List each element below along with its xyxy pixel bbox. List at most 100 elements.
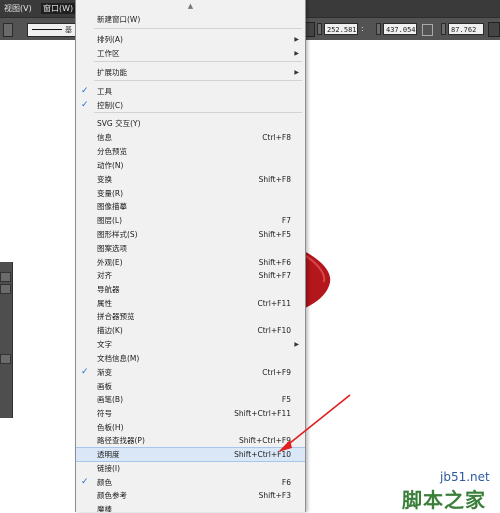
menu-item-label: 信息	[97, 133, 112, 142]
y-spinner[interactable]	[376, 23, 381, 35]
left-panel	[0, 262, 13, 418]
menu-item-shortcut: Shift+F5	[258, 230, 291, 239]
menu-item-shortcut: Shift+F8	[258, 175, 291, 184]
menu-item[interactable]: 文字 ▶	[76, 338, 305, 351]
menu-item[interactable]: ✓ 颜色 F6	[76, 476, 305, 489]
menu-item[interactable]: 图层(L) F7	[76, 214, 305, 227]
menu-item[interactable]: 分色预览	[76, 145, 305, 158]
menu-item-label: 分色预览	[97, 147, 127, 156]
menu-item-label: 动作(N)	[97, 161, 124, 170]
x-label: :	[361, 24, 364, 33]
panel-tab-2[interactable]	[0, 284, 11, 294]
menu-item[interactable]: 色板(H)	[76, 421, 305, 434]
menu-item[interactable]: 魔棒	[76, 503, 305, 512]
menu-separator	[94, 112, 302, 113]
menu-separator	[94, 80, 302, 81]
control-left-widget[interactable]	[3, 23, 13, 37]
menu-item-label: 扩展功能	[97, 68, 127, 77]
menu-item-shortcut: Ctrl+F10	[257, 326, 292, 335]
menu-item-label: 对齐	[97, 271, 112, 280]
menu-item[interactable]: 拼合器预览	[76, 310, 305, 323]
menu-item-label: 图层(L)	[97, 216, 123, 225]
menu-window[interactable]: 窗口(W)	[41, 3, 76, 14]
menu-item-label: 变换	[97, 175, 112, 184]
menu-separator	[94, 61, 302, 62]
menu-item-label: 颜色	[97, 478, 112, 487]
menu-item-label: SVG 交互(Y)	[97, 119, 141, 128]
menu-item[interactable]: 排列(A) ▶	[76, 33, 305, 46]
menu-item-label: 拼合器预览	[97, 312, 135, 321]
menu-item-label: 符号	[97, 409, 112, 418]
scroll-up-icon[interactable]: ▲	[76, 2, 305, 10]
menu-item-label: 控制(C)	[97, 101, 124, 110]
link-proportions-icon[interactable]	[422, 24, 433, 36]
menu-item[interactable]: 颜色参考 Shift+F3	[76, 489, 305, 502]
menu-item-label: 画笔(B)	[97, 395, 123, 404]
menu-item[interactable]: ✓ 控制(C)	[76, 99, 305, 112]
menu-item-label: 图形样式(S)	[97, 230, 138, 239]
check-icon: ✓	[81, 86, 89, 96]
w-field[interactable]: 87.762 p	[448, 23, 484, 46]
menu-item[interactable]: 属性 Ctrl+F11	[76, 297, 305, 310]
menu-item-shortcut: F5	[281, 395, 291, 404]
menu-item-label: 文档信息(M)	[97, 354, 140, 363]
menu-item-shortcut: Shift+Ctrl+F9	[238, 436, 291, 445]
menu-item[interactable]: 路径查找器(P) Shift+Ctrl+F9	[76, 434, 305, 447]
control-more-icon[interactable]	[488, 22, 500, 37]
menu-item[interactable]: 对齐 Shift+F7	[76, 269, 305, 282]
menu-item-label: 图案选项	[97, 244, 127, 253]
menu-item[interactable]: 工作区 ▶	[76, 47, 305, 60]
menu-item-label: 新建窗口(W)	[97, 15, 141, 24]
window-menu: ▲ 新建窗口(W) 排列(A) ▶ 工作区 ▶ 扩展功能 ▶ ✓ 工具 ✓ 控制(C) SVG 交互(…	[75, 0, 306, 512]
menu-item-label: 魔棒	[97, 505, 112, 512]
watermark-name: 脚本之家	[402, 488, 486, 512]
menu-item[interactable]: SVG 交互(Y)	[76, 117, 305, 130]
menu-item[interactable]: 图形样式(S) Shift+F5	[76, 228, 305, 241]
menu-item[interactable]: 动作(N)	[76, 159, 305, 172]
menu-item[interactable]: 新建窗口(W)	[76, 13, 305, 26]
menu-item-label: 链接(I)	[97, 464, 121, 473]
submenu-arrow-icon: ▶	[294, 50, 299, 57]
x-field[interactable]: 252.581	[324, 23, 358, 35]
menu-item[interactable]: 导航器	[76, 283, 305, 296]
panel-tab-3[interactable]	[0, 354, 11, 364]
menu-view[interactable]: 视图(V)	[4, 3, 32, 14]
menu-item[interactable]: 扩展功能 ▶	[76, 66, 305, 79]
y-field[interactable]: 437.054	[383, 23, 417, 35]
submenu-arrow-icon: ▶	[294, 341, 299, 348]
menu-item-shortcut: Shift+Ctrl+F10	[234, 450, 291, 459]
menu-item[interactable]: 变换 Shift+F8	[76, 173, 305, 186]
menu-item[interactable]: 变量(R)	[76, 187, 305, 200]
stroke-style-select[interactable]: 基	[27, 23, 77, 37]
submenu-arrow-icon: ▶	[294, 69, 299, 76]
menu-item-shortcut: Ctrl+F9	[262, 368, 291, 377]
menu-item-label: 文字	[97, 340, 112, 349]
menu-item-shortcut: Shift+F6	[258, 258, 291, 267]
menu-item[interactable]: 文档信息(M)	[76, 352, 305, 365]
w-spinner[interactable]	[441, 23, 446, 35]
menu-item[interactable]: ✓ 渐变 Ctrl+F9	[76, 366, 305, 379]
menu-item[interactable]: 描边(K) Ctrl+F10	[76, 324, 305, 337]
menu-item-label: 工具	[97, 87, 112, 96]
menu-item[interactable]: 图像描摹	[76, 200, 305, 213]
menu-item[interactable]: 画板	[76, 380, 305, 393]
menu-item[interactable]: 图案选项	[76, 242, 305, 255]
menu-item[interactable]: 外观(E) Shift+F6	[76, 256, 305, 269]
menu-item-shortcut: F7	[281, 216, 291, 225]
menu-item-label: 属性	[97, 299, 112, 308]
menu-item-shortcut: Shift+F3	[258, 491, 291, 500]
menu-item-label: 导航器	[97, 285, 120, 294]
menu-item-label: 外观(E)	[97, 258, 123, 267]
menu-item-label: 画板	[97, 382, 112, 391]
menu-item[interactable]: ✓ 工具	[76, 85, 305, 98]
menu-item[interactable]: 透明度 Shift+Ctrl+F10	[76, 447, 305, 462]
menu-item[interactable]: 链接(I)	[76, 462, 305, 475]
panel-tab-1[interactable]	[0, 272, 11, 282]
menu-item[interactable]: 信息 Ctrl+F8	[76, 131, 305, 144]
menu-item[interactable]: 画笔(B) F5	[76, 393, 305, 406]
x-spinner[interactable]	[317, 23, 322, 35]
check-icon: ✓	[81, 477, 89, 487]
menu-item-label: 色板(H)	[97, 423, 124, 432]
menu-item[interactable]: 符号 Shift+Ctrl+F11	[76, 407, 305, 420]
menu-separator	[94, 28, 302, 29]
